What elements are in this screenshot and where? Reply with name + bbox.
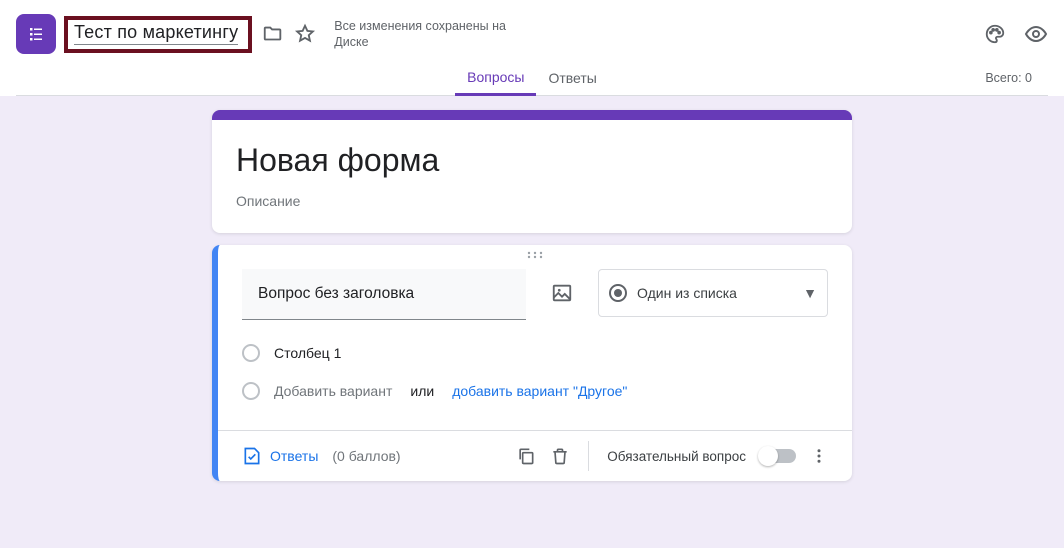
tab-responses[interactable]: Ответы — [536, 60, 608, 95]
footer-actions: Обязательный вопрос — [516, 441, 828, 471]
add-option-row: Добавить вариант или добавить вариант "Д… — [242, 382, 828, 400]
answer-key-button[interactable]: Ответы — [242, 446, 318, 466]
palette-icon[interactable] — [984, 23, 1006, 45]
option-radio-icon — [242, 382, 260, 400]
app-header: Тест по маркетингу Все изменения сохране… — [0, 0, 1064, 96]
question-card[interactable]: Один из списка ▼ Столбец 1 Добавить вари… — [212, 245, 852, 481]
tabs: Вопросы Ответы Всего: 0 — [16, 60, 1048, 96]
title-highlight-box: Тест по маркетингу — [64, 16, 252, 53]
delete-icon[interactable] — [550, 446, 570, 466]
chevron-down-icon: ▼ — [803, 285, 817, 301]
form-name-input[interactable]: Тест по маркетингу — [74, 22, 238, 45]
question-title-input[interactable] — [242, 269, 526, 320]
form-title[interactable]: Новая форма — [236, 142, 828, 179]
save-status: Все изменения сохранены на Диске — [334, 18, 514, 51]
form-description[interactable]: Описание — [236, 193, 828, 209]
folder-icon[interactable] — [262, 23, 284, 45]
add-option-button[interactable]: Добавить вариант — [274, 383, 392, 399]
question-footer: Ответы (0 баллов) Обязательный вопрос — [218, 430, 852, 481]
form-title-card[interactable]: Новая форма Описание — [212, 110, 852, 233]
add-other-button[interactable]: добавить вариант "Другое" — [452, 383, 627, 399]
tab-questions[interactable]: Вопросы — [455, 61, 536, 96]
radio-icon — [609, 284, 627, 302]
divider — [588, 441, 589, 471]
question-type-select[interactable]: Один из списка ▼ — [598, 269, 828, 317]
star-icon[interactable] — [294, 23, 316, 45]
image-icon[interactable] — [542, 269, 582, 317]
options-list: Столбец 1 Добавить вариант или добавить … — [242, 344, 828, 400]
drag-handle-icon[interactable] — [218, 245, 852, 265]
question-top-row: Один из списка ▼ — [242, 269, 828, 320]
option-radio-icon — [242, 344, 260, 362]
more-icon[interactable] — [810, 447, 828, 465]
required-label: Обязательный вопрос — [607, 449, 746, 464]
preview-icon[interactable] — [1024, 22, 1048, 46]
required-toggle[interactable] — [760, 449, 796, 463]
points-label: (0 баллов) — [332, 448, 400, 464]
form-canvas: Новая форма Описание Один из списка ▼ — [0, 96, 1064, 493]
header-top-row: Тест по маркетингу Все изменения сохране… — [16, 8, 1048, 60]
option-row[interactable]: Столбец 1 — [242, 344, 828, 362]
question-body: Один из списка ▼ Столбец 1 Добавить вари… — [218, 265, 852, 430]
question-type-label: Один из списка — [637, 285, 737, 301]
forms-logo[interactable] — [16, 14, 56, 54]
or-text: или — [410, 383, 434, 399]
answer-key-label: Ответы — [270, 448, 318, 464]
header-actions — [984, 22, 1048, 46]
totals-label: Всего: 0 — [985, 71, 1032, 85]
option-label[interactable]: Столбец 1 — [274, 345, 341, 361]
duplicate-icon[interactable] — [516, 446, 536, 466]
title-area: Тест по маркетингу Все изменения сохране… — [64, 16, 514, 53]
